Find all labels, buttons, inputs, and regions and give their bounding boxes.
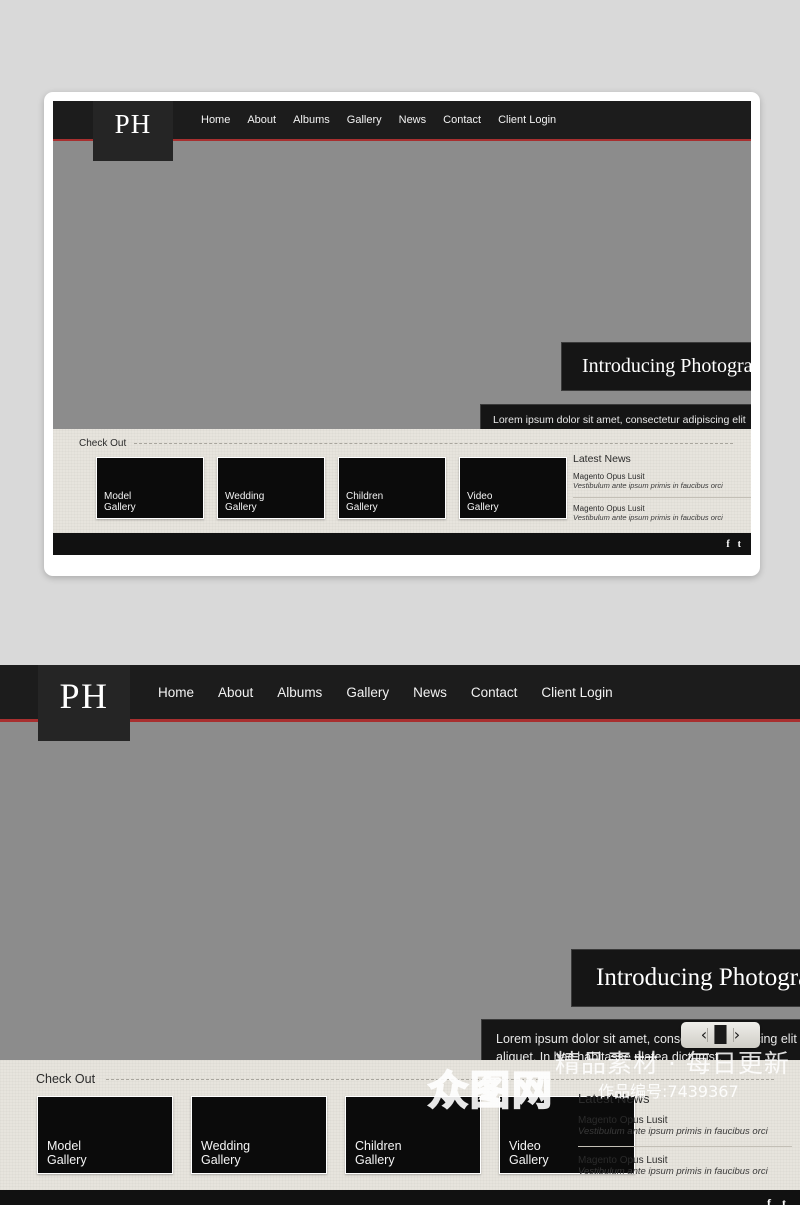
nav-item-about[interactable]: About [218, 685, 253, 700]
site-logo[interactable]: PH [93, 101, 173, 161]
news-item-title: Magento Opus Lusit [578, 1115, 668, 1126]
news-item-body: Vestibulum ante ipsum primis in faucibus… [578, 1166, 768, 1177]
news-item-title: Magento Opus Lusit [573, 472, 645, 481]
gallery-thumb-label: Children Gallery [355, 1139, 402, 1167]
gallery-thumb-label: Video Gallery [467, 490, 499, 513]
logo-text: PH [59, 676, 109, 716]
gallery-thumb-label: Video Gallery [509, 1139, 549, 1167]
news-item[interactable]: Magento Opus Lusit Vestibulum ante ipsum… [578, 1155, 800, 1177]
slide-title: Introducing Photography [571, 949, 800, 1007]
nav-item-gallery[interactable]: Gallery [346, 685, 389, 700]
news-divider [573, 497, 751, 498]
slider-controls: ‹ ▐▌ › [681, 1022, 760, 1048]
nav-item-about[interactable]: About [247, 114, 276, 126]
heading-dashed-rule [134, 443, 733, 444]
checkout-heading: Check Out [36, 1072, 96, 1086]
gallery-thumb-model[interactable]: Model Gallery [96, 457, 204, 519]
latest-news: Latest News Magento Opus Lusit Vestibulu… [573, 453, 751, 522]
logo-text: PH [114, 109, 152, 139]
facebook-icon[interactable]: f [767, 1196, 771, 1205]
gallery-thumb-children[interactable]: Children Gallery [338, 457, 446, 519]
news-item[interactable]: Magento Opus Lusit Vestibulum ante ipsum… [573, 504, 751, 522]
news-item[interactable]: Magento Opus Lusit Vestibulum ante ipsum… [573, 472, 751, 490]
nav-item-home[interactable]: Home [158, 685, 194, 700]
gallery-thumb-label: Model Gallery [104, 490, 136, 513]
news-item-title: Magento Opus Lusit [578, 1155, 668, 1166]
news-divider [578, 1146, 792, 1147]
slider-pause-icon[interactable]: ▐▌ [708, 1027, 733, 1043]
site-logo[interactable]: PH [38, 665, 130, 741]
gallery-thumb-wedding[interactable]: Wedding Gallery [191, 1096, 327, 1174]
gallery-thumb-model[interactable]: Model Gallery [37, 1096, 173, 1174]
website-preview: PH Home About Albums Gallery News Contac… [53, 101, 751, 555]
news-item-body: Vestibulum ante ipsum primis in faucibus… [578, 1126, 768, 1137]
nav-item-news[interactable]: News [413, 685, 447, 700]
hero-slider: Introducing Photography Lorem ipsum dolo… [0, 722, 800, 1078]
facebook-icon[interactable]: f [726, 539, 729, 550]
main-nav: Home About Albums Gallery News Contact C… [201, 114, 556, 126]
gallery-thumb-label: Wedding Gallery [201, 1139, 251, 1167]
twitter-icon[interactable]: t [738, 539, 741, 550]
checkout-heading-row: Check Out [79, 438, 733, 449]
slide-description-line1: Lorem ipsum dolor sit amet, consectetur … [493, 414, 746, 426]
nav-item-albums[interactable]: Albums [293, 114, 330, 126]
gallery-thumb-label: Wedding Gallery [225, 490, 265, 513]
site-footer: f t [0, 1190, 800, 1205]
news-item[interactable]: Magento Opus Lusit Vestibulum ante ipsum… [578, 1115, 800, 1137]
twitter-icon[interactable]: t [782, 1196, 786, 1205]
slide-title: Introducing Photography [561, 342, 751, 391]
main-nav: Home About Albums Gallery News Contact C… [158, 685, 613, 700]
latest-news-heading: Latest News [578, 1091, 650, 1106]
gallery-thumb-video[interactable]: Video Gallery [459, 457, 567, 519]
gallery-thumb-label: Children Gallery [346, 490, 384, 513]
checkout-band: Check Out Model Gallery Wedding Gallery [0, 1060, 800, 1190]
latest-news: Latest News Magento Opus Lusit Vestibulu… [578, 1091, 800, 1177]
checkout-heading-row: Check Out [36, 1072, 774, 1086]
nav-item-albums[interactable]: Albums [277, 685, 322, 700]
preview-card: PH Home About Albums Gallery News Contac… [44, 92, 760, 576]
logo-ribbon-notch [93, 147, 173, 161]
nav-item-contact[interactable]: Contact [443, 114, 481, 126]
news-item-body: Vestibulum ante ipsum primis in faucibus… [573, 481, 723, 490]
site-header: PH Home About Albums Gallery News Contac… [0, 665, 800, 741]
gallery-thumb-wedding[interactable]: Wedding Gallery [217, 457, 325, 519]
heading-dashed-rule [106, 1078, 774, 1080]
nav-item-home[interactable]: Home [201, 114, 230, 126]
nav-item-client-login[interactable]: Client Login [498, 114, 556, 126]
checkout-band: Check Out Model Gallery Wedding Gallery [53, 429, 751, 533]
fullsize-viewport: PH Home About Albums Gallery News Contac… [0, 665, 800, 1205]
nav-item-contact[interactable]: Contact [471, 685, 518, 700]
news-item-body: Vestibulum ante ipsum primis in faucibus… [573, 513, 723, 522]
gallery-thumb-children[interactable]: Children Gallery [345, 1096, 481, 1174]
nav-item-client-login[interactable]: Client Login [541, 685, 612, 700]
hero-slider: Introducing Photography Lorem ipsum dolo… [53, 141, 751, 483]
nav-item-gallery[interactable]: Gallery [347, 114, 382, 126]
website-fullsize: PH Home About Albums Gallery News Contac… [0, 665, 800, 1205]
preview-viewport: PH Home About Albums Gallery News Contac… [53, 101, 751, 567]
nav-item-news[interactable]: News [399, 114, 427, 126]
news-item-title: Magento Opus Lusit [573, 504, 645, 513]
latest-news-heading: Latest News [573, 453, 631, 465]
logo-ribbon-notch [38, 723, 130, 741]
gallery-thumb-label: Model Gallery [47, 1139, 87, 1167]
site-header: PH Home About Albums Gallery News Contac… [53, 101, 751, 161]
checkout-heading: Check Out [79, 438, 127, 449]
slider-next-icon[interactable]: › [734, 1027, 740, 1043]
site-footer: f t [53, 533, 751, 555]
